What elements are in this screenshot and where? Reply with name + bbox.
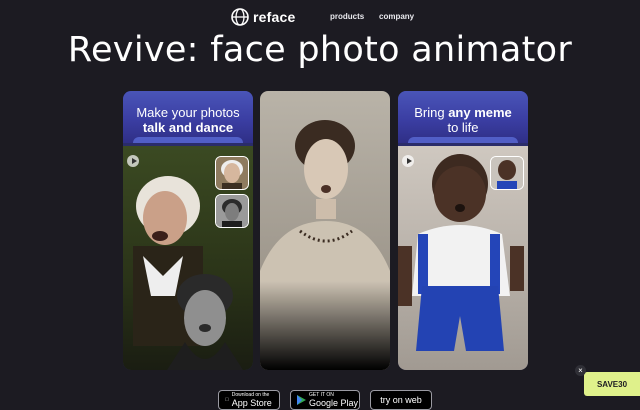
card-headline-line1: Make your photos [136, 105, 240, 120]
google-play-label: Google Play [309, 398, 359, 408]
nav-company-link[interactable]: company [379, 12, 414, 21]
card-header: Make your photos talk and dance [123, 91, 253, 143]
brand-name: reface [253, 9, 296, 25]
play-icon[interactable] [127, 155, 139, 167]
vintage-portrait-illustration [260, 91, 390, 370]
card-photo-historic-portraits [123, 146, 253, 370]
promo-code-badge[interactable]: SAVE30 [584, 372, 640, 396]
card-header-tab [133, 137, 243, 143]
card-header-tab [408, 137, 518, 143]
promo-code-label: SAVE30 [596, 379, 628, 389]
card-headline-bold: any meme [448, 105, 512, 120]
hero-title: Revive: face photo animator [67, 30, 573, 70]
thumbnail-meme-kid[interactable] [490, 156, 524, 190]
app-store-button[interactable]:  Download on the App Store [218, 390, 280, 410]
thumbnail-lincoln[interactable] [215, 194, 249, 228]
google-play-icon [297, 395, 306, 405]
feature-card-vintage-portrait[interactable] [260, 91, 390, 370]
card-header: Bring any meme to life [398, 91, 528, 143]
app-store-label: App Store [228, 398, 272, 408]
brand-logo[interactable]: reface [231, 8, 295, 26]
card-headline-line1: Bring any meme [398, 105, 528, 120]
thumbnail-washington[interactable] [215, 156, 249, 190]
try-on-web-button[interactable]: try on web [370, 390, 432, 410]
meme-kid-thumb-icon [491, 157, 523, 189]
washington-thumb-icon [216, 157, 248, 189]
card-headline-prefix: Bring [414, 105, 449, 120]
reface-logo-icon [231, 8, 249, 26]
nav-products-link[interactable]: products [330, 12, 364, 21]
feature-card-talk-dance[interactable]: Make your photos talk and dance [123, 91, 253, 370]
google-play-button[interactable]: GET IT ON Google Play [290, 390, 360, 410]
card-photo-meme-kid [398, 146, 528, 370]
try-on-web-label: try on web [380, 395, 422, 405]
lincoln-thumb-icon [216, 195, 248, 227]
feature-card-meme[interactable]: Bring any meme to life [398, 91, 528, 370]
play-icon[interactable] [402, 155, 414, 167]
card-headline-line2: talk and dance [142, 120, 234, 135]
apple-icon:  [225, 397, 229, 403]
close-icon[interactable]: × [575, 365, 586, 376]
card-headline-line2: to life [447, 120, 479, 135]
